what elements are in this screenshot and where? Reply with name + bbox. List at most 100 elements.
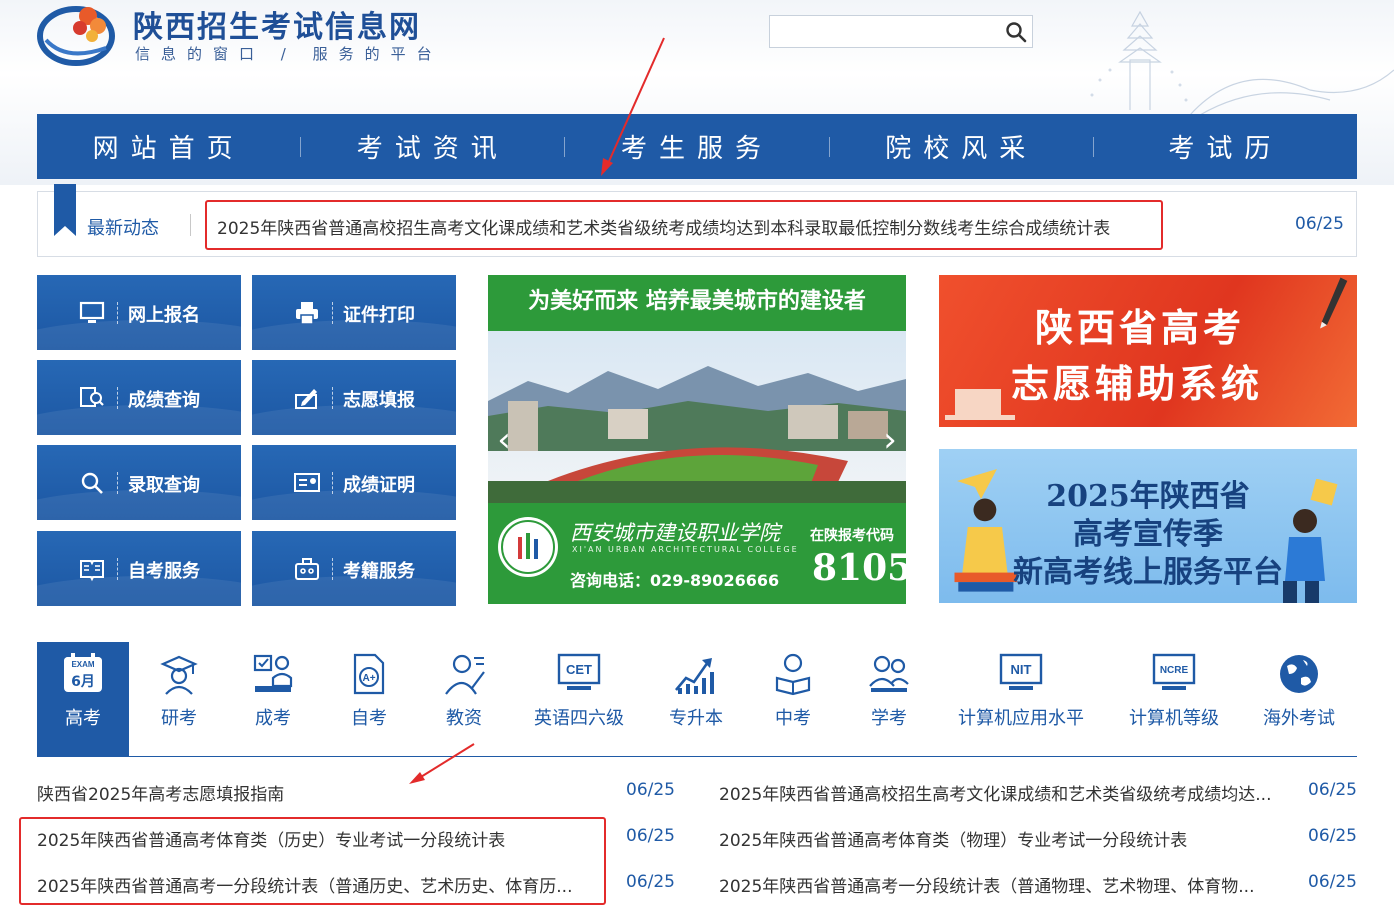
book-icon xyxy=(80,560,104,582)
ticker-divider xyxy=(190,214,191,236)
nav-home[interactable]: 网站首页 xyxy=(37,114,300,179)
main-nav: 网站首页 考试资讯 考生服务 院校风采 考试历 xyxy=(37,114,1357,179)
ad2-title-line3: 新高考线上服务平台 xyxy=(1013,555,1283,590)
service-label: 考籍服务 xyxy=(343,561,415,582)
graduate-icon xyxy=(160,655,198,695)
news-left-item-2[interactable]: 2025年陕西省普通高考体育类（历史）专业考试一分段统计表 xyxy=(37,826,597,851)
pen-icon xyxy=(1320,277,1348,329)
tile-divider xyxy=(117,302,118,324)
gaokao-promo-ad[interactable]: 2025年陕西省 高考宣传季 新高考线上服务平台 xyxy=(939,449,1357,603)
banner-headline: 为美好而来 培养最美城市的建设者 xyxy=(488,275,906,331)
tab-cet[interactable]: CET 英语四六级 xyxy=(515,642,643,756)
tab-overseas-exam[interactable]: 海外考试 xyxy=(1251,642,1347,756)
tab-zhongkao[interactable]: 中考 xyxy=(747,642,839,756)
news-left-item-3[interactable]: 2025年陕西省普通高考一分段统计表（普通历史、艺术历史、体育历... xyxy=(37,872,597,897)
self-study-icon: A+ xyxy=(353,653,385,695)
news-left-date-2: 06/25 xyxy=(626,826,675,846)
college-name: 西安城市建设职业学院 xyxy=(570,521,780,545)
latest-news-bar: 最新动态 2025年陕西省普通高校招生高考文化课成绩和艺术类省级统考成绩均达到本… xyxy=(37,184,1357,257)
college-seal-logo xyxy=(498,517,558,577)
volunteer-assist-system-ad[interactable]: 陕西省高考 志愿辅助系统 xyxy=(939,275,1357,427)
bookmark-icon xyxy=(54,184,76,236)
carousel-next-button[interactable]: › xyxy=(878,423,902,459)
tab-label: 学考 xyxy=(871,708,907,729)
nit-text: NIT xyxy=(1011,662,1032,677)
tab-label: 研考 xyxy=(161,708,197,729)
tile-divider xyxy=(117,387,118,409)
page: 陕西招生考试信息网 信息的窗口 / 服务的平台 网站首页 考试资讯 考生服务 院… xyxy=(0,0,1394,916)
ncre-text: NCRE xyxy=(1160,665,1189,676)
nav-exam-news[interactable]: 考试资讯 xyxy=(301,114,564,179)
tab-self-study[interactable]: A+ 自考 xyxy=(323,642,415,756)
service-score-certificate[interactable]: 成绩证明 xyxy=(252,445,456,520)
tab-label: 高考 xyxy=(65,708,101,729)
certificate-icon xyxy=(294,473,320,492)
form-fill-icon xyxy=(295,389,317,409)
news-left-item-1[interactable]: 陕西省2025年高考志愿填报指南 xyxy=(37,780,597,805)
college-name-en: XI'AN URBAN ARCHITECTURAL COLLEGE xyxy=(572,545,799,554)
nav-colleges[interactable]: 院校风采 xyxy=(830,114,1093,179)
college-banner-carousel[interactable]: 为美好而来 培养最美城市的建设者 ‹ › 西安城市建设职业学院 XI'AN UR… xyxy=(488,275,906,604)
latest-news-headline[interactable]: 2025年陕西省普通高校招生高考文化课成绩和艺术类省级统考成绩均达到本科录取最低… xyxy=(217,214,1110,239)
tab-postgraduate[interactable]: 研考 xyxy=(133,642,225,756)
campus-photo xyxy=(488,331,906,503)
service-label: 成绩证明 xyxy=(343,475,415,496)
college-phone: 咨询电话：029-89026666 xyxy=(570,571,780,590)
latest-news-date: 06/25 xyxy=(1295,214,1344,234)
exam-category-tabs: EXAM 6月 高考 研考 成考 A+ 自考 教资 CET 英语四六级 专升本 … xyxy=(37,642,1357,757)
news-left-date-3: 06/25 xyxy=(626,872,675,892)
tab-gaokao[interactable]: EXAM 6月 高考 xyxy=(37,642,129,756)
nit-icon: NIT xyxy=(999,653,1043,690)
nav-exam-history[interactable]: 考试历 xyxy=(1094,114,1357,179)
service-online-registration[interactable]: 网上报名 xyxy=(37,275,241,350)
adult-exam-icon xyxy=(253,654,293,692)
pagoda-decoration xyxy=(1090,10,1394,115)
service-score-query[interactable]: 成绩查询 xyxy=(37,360,241,435)
tab-teacher-qualification[interactable]: 教资 xyxy=(417,642,511,756)
service-label: 证件打印 xyxy=(343,305,415,326)
news-right-item-2[interactable]: 2025年陕西省普通高考体育类（物理）专业考试一分段统计表 xyxy=(719,826,1295,851)
tab-computer-rank[interactable]: NCRE 计算机等级 xyxy=(1113,642,1235,756)
tab-label: 专升本 xyxy=(669,708,723,729)
students-icon xyxy=(869,655,909,692)
tab-label: 自考 xyxy=(351,708,387,729)
search-input[interactable] xyxy=(770,16,998,47)
site-logo[interactable] xyxy=(36,0,120,66)
service-label: 成绩查询 xyxy=(128,390,200,411)
tab-college-upgrade[interactable]: 专升本 xyxy=(649,642,743,756)
service-label: 录取查询 xyxy=(128,475,200,496)
tab-label: 计算机应用水平 xyxy=(958,708,1084,729)
service-admission-query[interactable]: 录取查询 xyxy=(37,445,241,520)
ncre-icon: NCRE xyxy=(1152,653,1196,690)
exam-badge-top: EXAM xyxy=(71,660,94,669)
score-search-icon xyxy=(80,387,104,407)
tab-academic-test[interactable]: 学考 xyxy=(843,642,935,756)
news-right-date-2: 06/25 xyxy=(1308,826,1357,846)
carousel-prev-button[interactable]: ‹ xyxy=(492,423,516,459)
news-left-date-1: 06/25 xyxy=(626,780,675,800)
search-icon[interactable] xyxy=(1004,20,1028,44)
tab-adult-exam[interactable]: 成考 xyxy=(227,642,319,756)
service-label: 网上报名 xyxy=(128,305,200,326)
tab-label: 海外考试 xyxy=(1263,708,1335,729)
nav-student-services[interactable]: 考生服务 xyxy=(565,114,828,179)
monitor-icon xyxy=(79,301,105,323)
service-application-filling[interactable]: 志愿填报 xyxy=(252,360,456,435)
service-student-records[interactable]: 考籍服务 xyxy=(252,531,456,606)
briefcase-icon xyxy=(295,558,319,580)
news-right-item-3[interactable]: 2025年陕西省普通高考一分段统计表（普通物理、艺术物理、体育物... xyxy=(719,872,1295,897)
service-admission-ticket-print[interactable]: 证件打印 xyxy=(252,275,456,350)
search-icon xyxy=(81,472,103,494)
news-right-date-1: 06/25 xyxy=(1308,780,1357,800)
tile-divider xyxy=(117,558,118,580)
growth-chart-icon xyxy=(675,658,714,694)
news-right-item-1[interactable]: 2025年陕西省普通高校招生高考文化课成绩和艺术类省级统考成绩均达... xyxy=(719,780,1295,805)
college-code: 8105 xyxy=(812,547,906,589)
search-box xyxy=(769,15,1033,48)
tab-computer-application[interactable]: NIT 计算机应用水平 xyxy=(947,642,1095,756)
service-self-study-exam[interactable]: 自考服务 xyxy=(37,531,241,606)
cet-icon: CET xyxy=(557,653,601,690)
latest-news-label: 最新动态 xyxy=(87,218,159,239)
student-reading-icon xyxy=(775,653,811,696)
service-label: 志愿填报 xyxy=(343,390,415,411)
